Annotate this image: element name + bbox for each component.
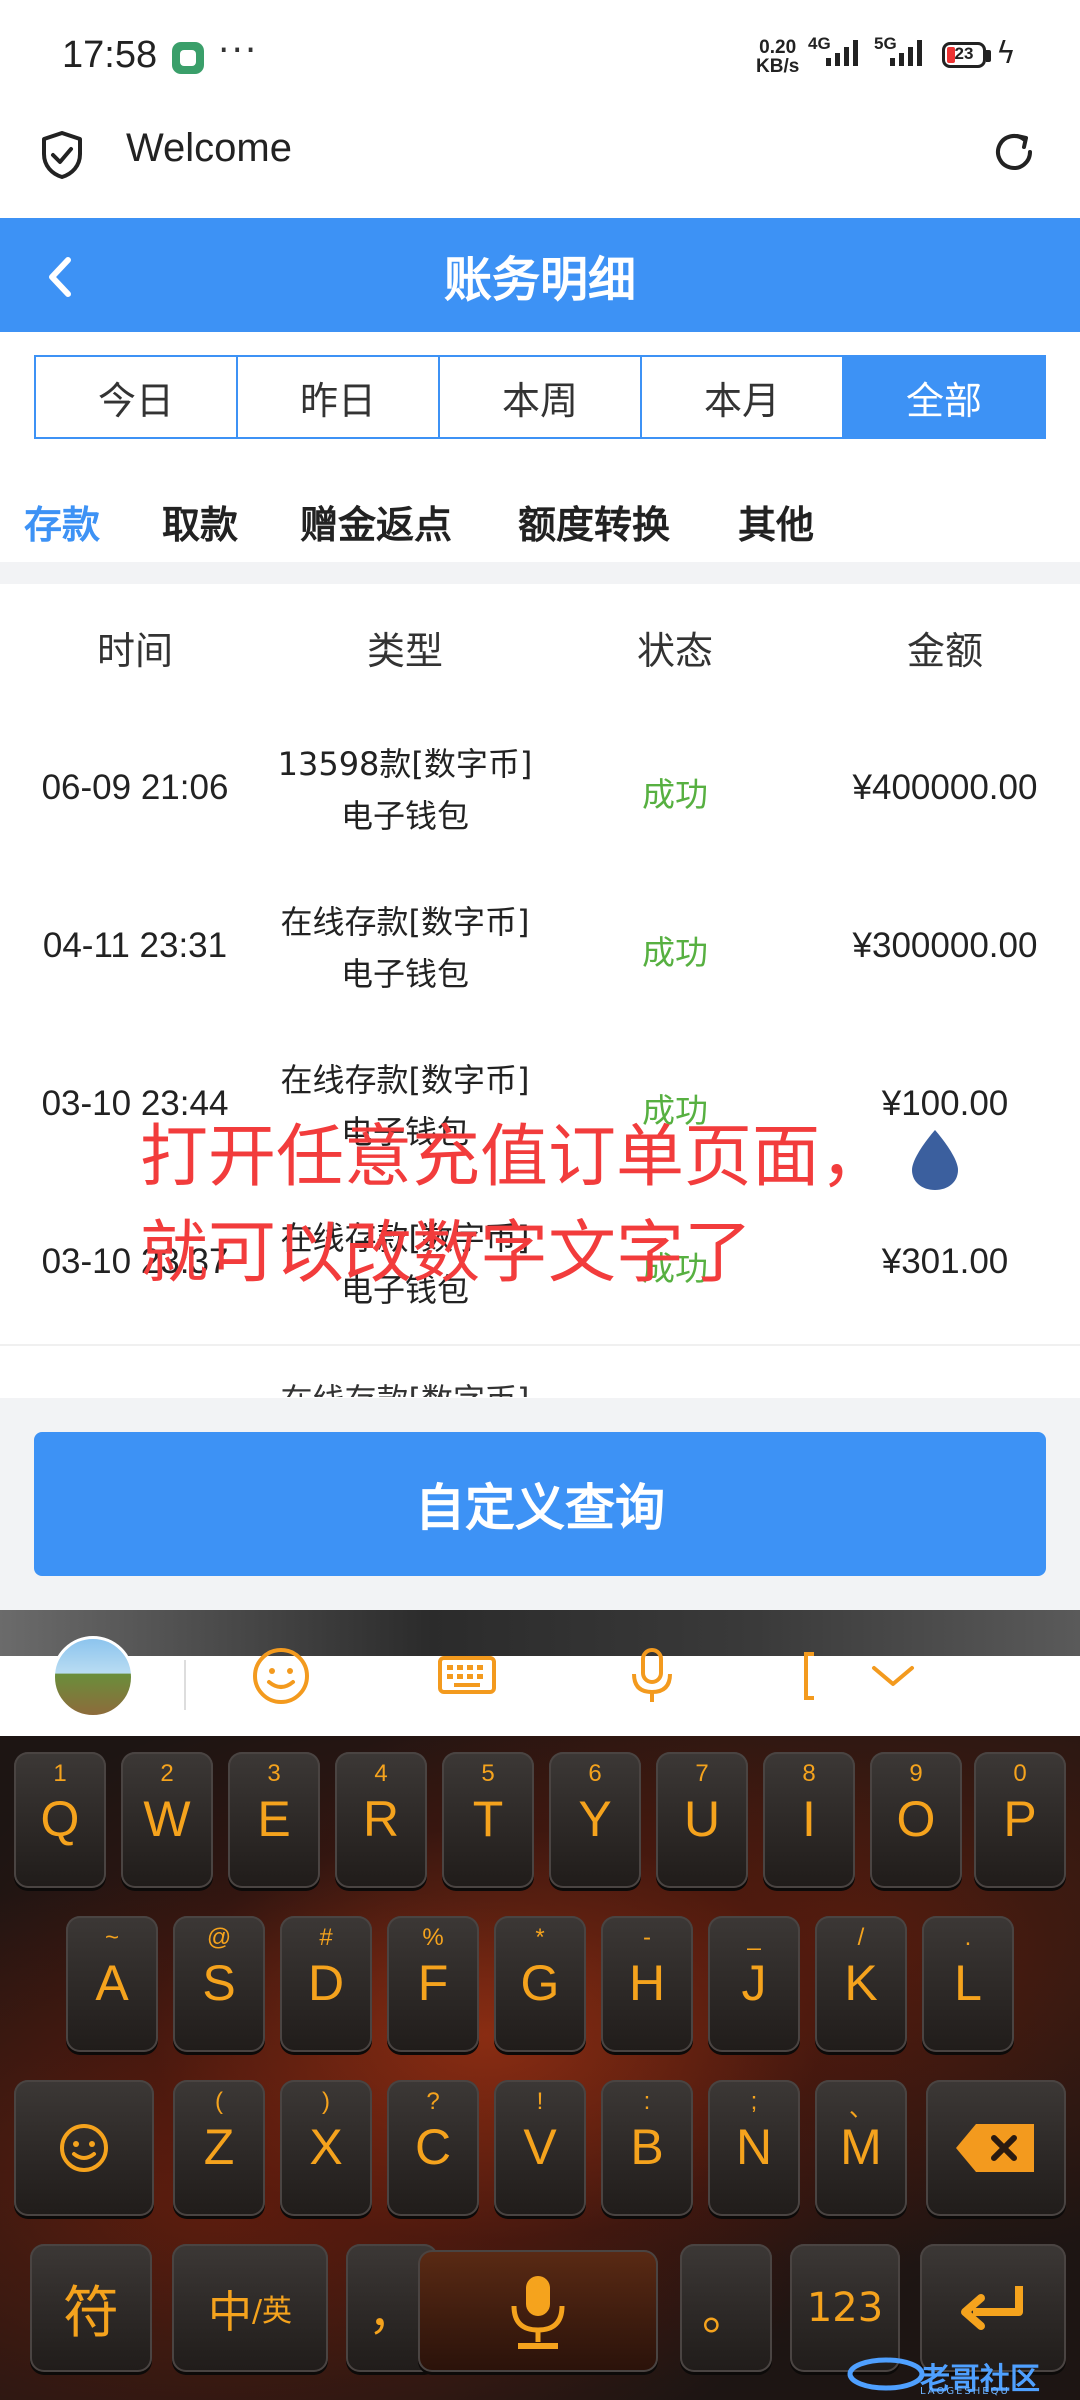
enter-icon [961,2286,1023,2330]
key-q[interactable]: 1Q [14,1752,106,1888]
key-z[interactable]: (Z [173,2080,265,2216]
key-e[interactable]: 3E [228,1752,320,1888]
emoticon-icon [60,2124,108,2172]
key-b[interactable]: :B [601,2080,693,2216]
browser-title: Welcome [126,126,292,170]
key-k[interactable]: / K [815,1916,907,2052]
header-amount: 金额 [906,629,983,673]
microphone-space-icon [511,2276,565,2349]
toolbar-divider [184,1660,186,1710]
language-switch-key[interactable]: 中/英 [172,2244,328,2372]
key-n[interactable]: ; N [708,2080,800,2216]
space-key[interactable] [418,2250,658,2372]
reload-icon[interactable] [990,128,1038,176]
network-speed: 0.20 KB/s [756,37,800,77]
key-x[interactable]: ) X [280,2080,372,2216]
chevron-down-icon[interactable] [858,1640,928,1710]
backspace-key[interactable] [926,2080,1066,2216]
section-gap [0,562,1080,584]
tab-transfer[interactable]: 额度转换 [518,494,670,549]
table-row[interactable]: 04-11 23:31 在线存款[数字币] 电子钱包 成功 ¥300000.00 [0,870,1080,1030]
key-d[interactable]: # D [280,1916,372,2052]
key-c[interactable]: ? C [387,2080,479,2216]
period-today[interactable]: 今日 [36,357,238,437]
period-yesterday[interactable]: 昨日 [238,357,440,437]
row-type: 在线存款[数字币] 电子钱包 [280,903,530,993]
key-o[interactable]: 9O [870,1752,962,1888]
key-g[interactable]: * G [494,1916,586,2052]
row-time: 04-11 23:31 [42,926,228,965]
page-title: 账务明细 [443,252,636,308]
shield-check-icon[interactable] [40,130,84,180]
key-h[interactable]: -H [601,1916,693,2052]
key-a[interactable]: ~ A [66,1916,158,2052]
battery-icon: 23 [942,42,986,68]
row-amount: ¥300000.00 [852,926,1038,965]
row-status: 成功 [642,933,708,972]
header-status: 状态 [636,629,713,673]
period-selector: 今日 昨日 本周 本月 全部 [34,355,1046,439]
row-status: 成功 [642,775,708,814]
emoticon-key[interactable] [14,2080,154,2216]
tab-bonus-rebate[interactable]: 赠金返点 [300,494,452,549]
key-u[interactable]: 7U [656,1752,748,1888]
charging-icon: ϟ [996,36,1016,71]
emoji-icon[interactable] [246,1640,316,1710]
custom-query-button[interactable]: 自定义查询 [34,1432,1046,1576]
water-drop-icon [912,1130,958,1190]
keyboard-icon[interactable] [432,1640,502,1710]
key-v[interactable]: ! V [494,2080,586,2216]
tab-deposit[interactable]: 存款 [24,494,100,549]
overlay-annotation: 打开任意充值订单页面， 就可以改数字文字了 [140,1118,889,1293]
row-amount: ¥400000.00 [852,768,1038,807]
microphone-icon[interactable] [617,1640,687,1710]
period-key[interactable]: 。 [680,2244,772,2372]
table-row-partial: 在线存款[数字币] [0,1355,1080,1397]
more-notifications-icon: ··· [218,30,259,71]
signal-icon [822,40,862,66]
key-y[interactable]: 6Y [549,1752,641,1888]
backspace-icon [956,2124,1034,2172]
key-p[interactable]: 0P [974,1752,1066,1888]
app-notification-icon [172,42,204,74]
table-row[interactable]: 06-09 21:06 13598款[数字币] 电子钱包 成功 ¥400000.0… [0,712,1080,872]
header-type: 类型 [366,629,443,673]
key-t[interactable]: 5T [442,1752,534,1888]
row-type: 13598款[数字币] 电子钱包 [277,745,533,835]
tab-other[interactable]: 其他 [738,494,814,549]
key-f[interactable]: % F [387,1916,479,2052]
row-time: 06-09 21:06 [41,768,229,807]
symbol-key[interactable]: 符 [30,2244,152,2372]
keyboard-avatar[interactable] [52,1636,134,1718]
key-w[interactable]: 2W [121,1752,213,1888]
status-time: 17:58 [62,34,158,76]
bracket-icon[interactable] [790,1640,860,1710]
key-j[interactable]: _ J [708,1916,800,2052]
signal-icon-2 [886,40,926,66]
tab-withdraw[interactable]: 取款 [162,494,238,549]
period-this-month[interactable]: 本月 [642,357,844,437]
battery-nub [986,50,991,62]
key-r[interactable]: 4R [335,1752,427,1888]
watermark-subtext: LAOGESHEQU [920,2386,1010,2397]
key-l[interactable]: .L [922,1916,1014,2052]
key-s[interactable]: @ S [173,1916,265,2052]
period-all[interactable]: 全部 [844,357,1044,437]
key-i[interactable]: 8I [763,1752,855,1888]
header-time: 时间 [96,629,173,673]
period-this-week[interactable]: 本周 [440,357,642,437]
key-m[interactable]: 、 M [815,2080,907,2216]
